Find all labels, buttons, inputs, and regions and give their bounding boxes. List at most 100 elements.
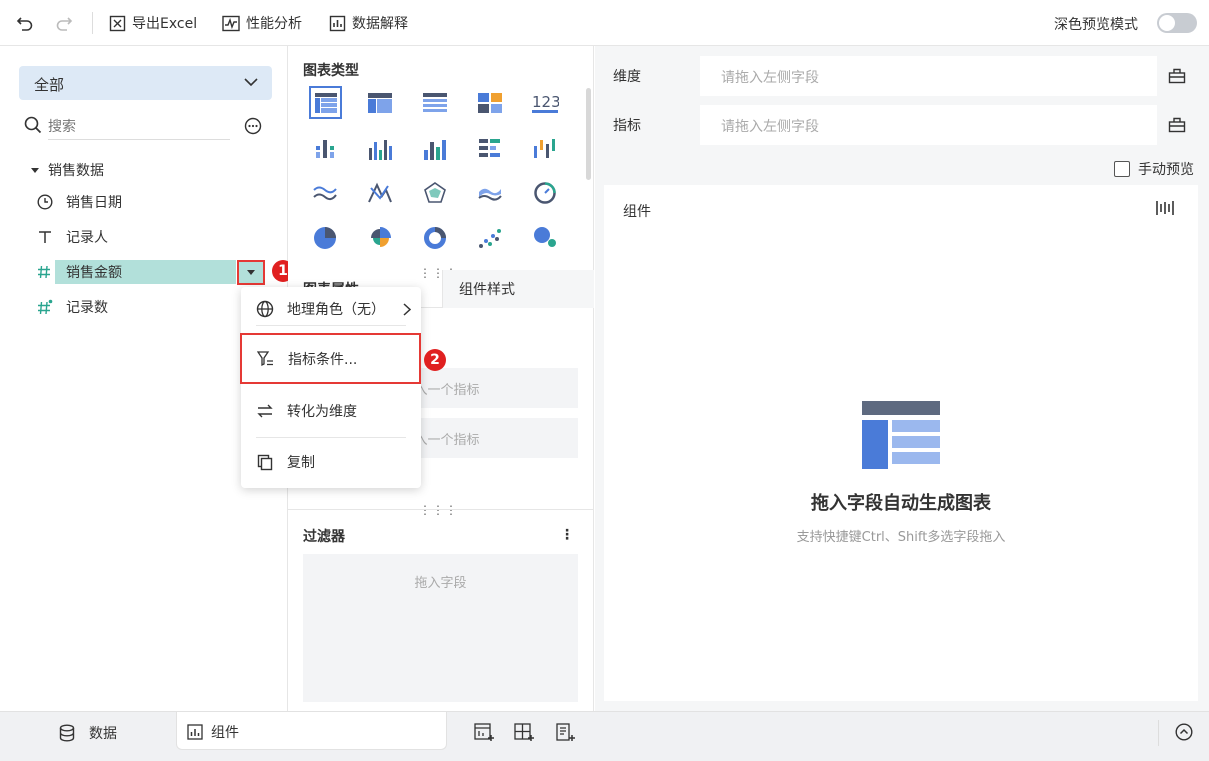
dimension-drop-zone[interactable]: 请拖入左侧字段 — [721, 67, 819, 87]
field-item-sales-amount[interactable]: 销售金额 — [37, 260, 122, 284]
menu-item-label: 地理角色（无） — [287, 302, 385, 318]
globe-icon — [249, 300, 281, 318]
filter-title: 过滤器 — [303, 529, 345, 545]
metric-label: 指标 — [603, 105, 700, 145]
toolbar: 导出Excel 性能分析 数据解释 深色预览模式 — [0, 0, 1209, 46]
divider — [92, 12, 93, 34]
bar-horizontal-icon[interactable] — [475, 134, 505, 164]
table-chart-icon[interactable] — [309, 86, 342, 119]
filter-more-icon[interactable]: ⋮ — [560, 527, 574, 543]
pie-chart-icon[interactable] — [310, 223, 340, 253]
menu-item-label: 转化为维度 — [287, 404, 357, 420]
bar-chart-icon — [329, 15, 346, 31]
donut-chart-icon[interactable] — [420, 223, 450, 253]
data-explain-label: 数据解释 — [352, 16, 408, 32]
range-column-icon[interactable] — [530, 134, 560, 164]
search-icon — [24, 116, 42, 134]
pivot-table-icon[interactable] — [365, 88, 395, 118]
menu-item-metric-condition[interactable]: 指标条件... — [240, 333, 421, 384]
field-item-record-count[interactable]: 记录数 — [37, 295, 108, 319]
line-chart-icon[interactable] — [310, 178, 340, 208]
field-label: 销售日期 — [66, 195, 122, 211]
checkbox-box[interactable] — [1114, 161, 1130, 177]
metric-row: 指标 请拖入左侧字段 — [603, 105, 1197, 145]
grouped-bar-icon[interactable] — [310, 134, 340, 164]
swap-icon — [249, 403, 281, 419]
detail-table-icon[interactable] — [420, 88, 450, 118]
export-excel-label: 导出Excel — [132, 16, 198, 32]
field-label: 记录数 — [66, 300, 108, 316]
canvas-panel: 维度 请拖入左侧字段 指标 请拖入左侧字段 手动预览 组件 拖入字段自动生成图表… — [595, 46, 1209, 711]
add-report-icon[interactable] — [555, 723, 575, 743]
field-label: 记录人 — [66, 230, 108, 246]
table-placeholder-icon — [862, 401, 940, 469]
clock-icon — [37, 194, 53, 210]
radar-line-icon[interactable] — [365, 178, 395, 208]
dimension-toolbox-icon[interactable] — [1157, 56, 1197, 96]
divider — [256, 325, 406, 326]
kpi-number-icon[interactable]: 123 — [530, 88, 560, 118]
multi-column-icon[interactable] — [420, 134, 450, 164]
menu-item-label: 复制 — [287, 455, 315, 471]
gauge-icon[interactable] — [530, 178, 560, 208]
redo-icon[interactable] — [55, 14, 73, 32]
field-dropdown-button[interactable] — [237, 260, 265, 285]
rose-chart-icon[interactable] — [365, 223, 395, 253]
undo-icon[interactable] — [16, 14, 34, 32]
filter-condition-icon — [250, 350, 282, 368]
filter-drop-zone[interactable]: 拖入字段 — [303, 554, 578, 702]
tab-component[interactable]: 组件 — [176, 712, 447, 750]
more-options-icon[interactable] — [244, 117, 262, 135]
caret-down-icon — [31, 168, 39, 173]
manual-preview-checkbox[interactable]: 手动预览 — [1114, 159, 1194, 179]
collapse-up-icon[interactable] — [1175, 723, 1193, 741]
scatter-chart-icon[interactable] — [475, 223, 505, 253]
radar-chart-icon[interactable] — [420, 178, 450, 208]
divider — [288, 509, 594, 510]
empty-state-subtitle: 支持快捷键Ctrl、Shift多选字段拖入 — [796, 530, 1006, 545]
tab-data[interactable]: 数据 — [59, 723, 117, 743]
tab-component-style-label: 组件样式 — [459, 282, 515, 298]
menu-item-copy[interactable]: 复制 — [241, 440, 421, 484]
dimension-label: 维度 — [603, 56, 700, 96]
divider — [1158, 720, 1159, 746]
menu-item-to-dimension[interactable]: 转化为维度 — [241, 389, 421, 433]
add-story-icon[interactable] — [514, 723, 534, 743]
pulse-icon — [222, 15, 240, 31]
dataset-dropdown[interactable]: 全部 — [19, 66, 272, 100]
table-node[interactable]: 销售数据 — [30, 158, 104, 182]
divider — [256, 437, 406, 438]
manual-preview-label: 手动预览 — [1138, 162, 1194, 178]
step-badge-2: 2 — [424, 349, 446, 371]
dropdown-value: 全部 — [34, 76, 65, 94]
data-explain-button[interactable]: 数据解释 — [329, 0, 408, 46]
export-excel-button[interactable]: 导出Excel — [109, 0, 197, 46]
performance-label: 性能分析 — [246, 16, 302, 32]
dark-preview-toggle[interactable] — [1157, 13, 1197, 33]
menu-item-label: 指标条件... — [288, 351, 358, 368]
card-chart-icon[interactable] — [475, 88, 505, 118]
component-settings-icon[interactable] — [1156, 200, 1174, 216]
svg-text:123: 123 — [532, 93, 559, 111]
scrollbar[interactable] — [586, 88, 591, 180]
drag-handle-icon[interactable]: ⋮⋮⋮ — [419, 503, 458, 517]
tab-data-label: 数据 — [89, 726, 117, 742]
dimension-row: 维度 请拖入左侧字段 — [603, 56, 1197, 96]
metric-drop-zone[interactable]: 请拖入左侧字段 — [721, 116, 819, 136]
table-name: 销售数据 — [48, 163, 104, 179]
metric-toolbox-icon[interactable] — [1157, 105, 1197, 145]
bar-chart-icon — [187, 724, 203, 740]
copy-icon — [249, 454, 281, 471]
chart-type-title: 图表类型 — [303, 63, 359, 79]
field-item-date[interactable]: 销售日期 — [37, 190, 122, 214]
performance-analysis-button[interactable]: 性能分析 — [222, 0, 302, 46]
area-chart-icon[interactable] — [475, 178, 505, 208]
field-item-recorder[interactable]: 记录人 — [37, 225, 108, 249]
chevron-down-icon — [244, 78, 258, 87]
column-chart-icon[interactable] — [365, 134, 395, 164]
chevron-right-icon — [403, 303, 411, 316]
tab-component-style[interactable]: 组件样式 — [442, 270, 594, 308]
add-dashboard-icon[interactable] — [474, 723, 494, 743]
bubble-chart-icon[interactable] — [530, 223, 560, 253]
search-input[interactable] — [48, 114, 230, 140]
